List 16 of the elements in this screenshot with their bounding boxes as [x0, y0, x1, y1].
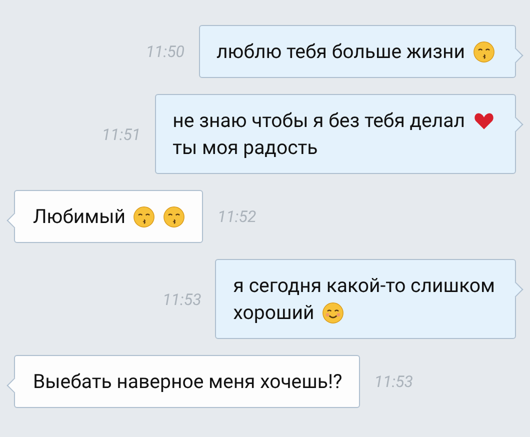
kissing-face-icon: [133, 206, 156, 228]
message-time: 11:52: [217, 207, 256, 226]
message-text: люблю тебя больше жизни: [216, 39, 465, 65]
message-time: 11:53: [162, 290, 202, 308]
message-time: 11:53: [374, 372, 413, 391]
message-text: я сегодня какой-то слишком: [233, 273, 495, 299]
message-text: не знаю чтобы я без тебя делал: [172, 108, 465, 134]
message-text: Выебать наверное меня хочешь!?: [33, 369, 342, 395]
smiling-face-icon: [322, 302, 344, 324]
message-time: 11:51: [102, 124, 141, 144]
message-text: Любимый: [33, 204, 126, 230]
kissing-face-icon: [163, 206, 186, 228]
message-text: хороший: [233, 300, 314, 326]
message-time: 11:50: [146, 42, 185, 61]
kissing-face-icon: [473, 40, 495, 62]
message-text: ты моя радость: [172, 135, 318, 161]
